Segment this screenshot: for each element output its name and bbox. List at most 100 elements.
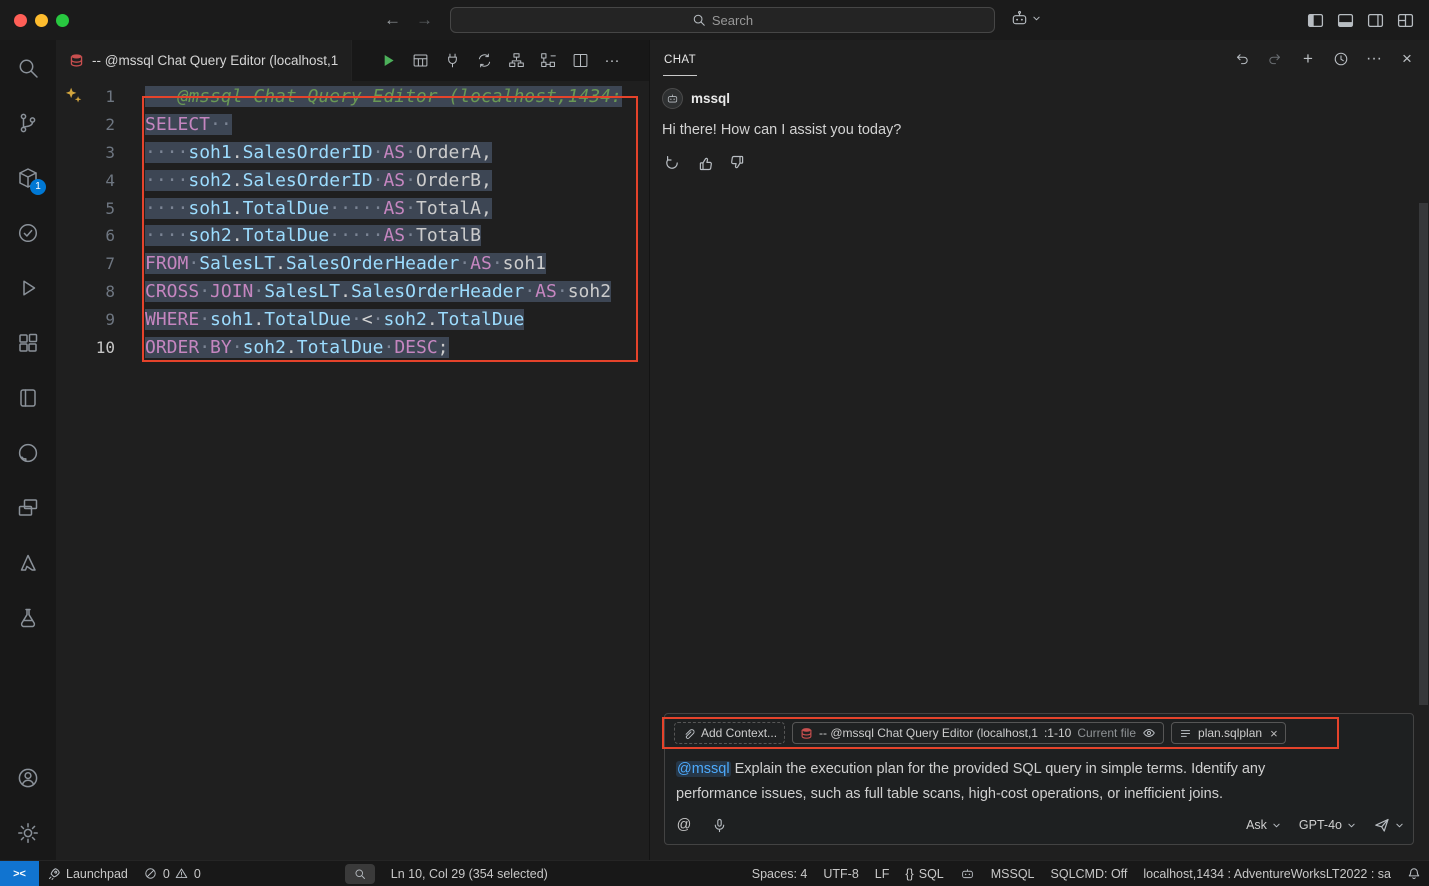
model-dropdown[interactable]: GPT-4o [1299,818,1356,832]
status-cursor-position[interactable]: Ln 10, Col 29 (354 selected) [383,861,556,886]
editor-toolbar: ··· [375,40,649,81]
status-indentation[interactable]: Spaces: 4 [744,861,816,886]
sidebar-item-github[interactable] [0,425,56,480]
toggle-secondary-sidebar-icon[interactable] [1367,12,1384,29]
sidebar-item-settings[interactable] [0,805,56,860]
disconnect-button[interactable] [439,48,465,74]
minimize-window-button[interactable] [35,14,48,27]
remote-explorer-icon [16,496,40,520]
redo-button[interactable] [1266,50,1284,68]
results-grid-button[interactable] [407,48,433,74]
code-line-6[interactable]: 6····soh2.TotalDue·····AS·TotalB [56,222,649,250]
actual-plan-button[interactable] [535,48,561,74]
send-button[interactable] [1374,817,1404,833]
code-line-8[interactable]: 8CROSS·JOIN·SalesLT.SalesOrderHeader·AS·… [56,278,649,306]
new-chat-button[interactable]: + [1299,50,1317,68]
eye-icon[interactable] [1142,726,1156,740]
context-chip-plan-file[interactable]: plan.sqlplan × [1171,722,1286,744]
sidebar-item-accounts[interactable] [0,750,56,805]
chat-input[interactable]: @mssql Explain the execution plan for th… [676,757,1332,806]
extensions-icon [16,331,40,355]
status-language[interactable]: {}SQL [897,861,951,886]
tab-chat[interactable]: CHAT [663,43,697,76]
toggle-primary-sidebar-icon[interactable] [1307,12,1324,29]
refresh-icon [664,155,680,171]
source-control-icon [16,111,40,135]
mention-button[interactable]: @ [674,815,694,835]
code-editor[interactable]: 1-- @mssql Chat Query Editor (localhost,… [56,81,649,361]
play-icon [380,52,397,69]
context-chip-current-file[interactable]: -- @mssql Chat Query Editor (localhost,1… [792,722,1164,744]
sidebar-item-notebooks[interactable] [0,370,56,425]
code-line-3[interactable]: 3····soh1.SalesOrderID·AS·OrderA, [56,139,649,167]
database-icon [69,53,84,68]
thumbs-down-button[interactable] [728,153,748,173]
copilot-menu-button[interactable] [1010,9,1041,28]
mic-button[interactable] [709,815,729,835]
status-mssql[interactable]: MSSQL [983,861,1043,886]
query-plan-icon [508,52,525,69]
code-line-4[interactable]: 4····soh2.SalesOrderID·AS·OrderB, [56,166,649,194]
notifications-button[interactable] [1399,861,1429,886]
tab-query-editor[interactable]: -- @mssql Chat Query Editor (localhost,1 [56,40,352,81]
scrollbar[interactable] [1419,203,1428,705]
more-actions-button[interactable]: ··· [599,48,625,74]
ask-mode-dropdown[interactable]: Ask [1246,818,1281,832]
close-window-button[interactable] [14,14,27,27]
undo-button[interactable] [1233,50,1251,68]
status-launchpad[interactable]: Launchpad [39,861,136,886]
search-box[interactable]: Search [450,7,995,33]
sidebar-item-run-debug[interactable] [0,260,56,315]
flask-icon [16,606,40,630]
code-line-2[interactable]: 2SELECT·· [56,111,649,139]
remove-chip-icon[interactable]: × [1270,726,1278,741]
status-copilot[interactable] [952,861,983,886]
sidebar-item-search[interactable] [0,40,56,95]
sidebar-item-sql-projects[interactable] [0,590,56,645]
redo-icon [1267,51,1283,67]
sparkle-icon[interactable] [64,86,83,105]
code-line-5[interactable]: 5····soh1.TotalDue·····AS·TotalA, [56,194,649,222]
status-eol[interactable]: LF [867,861,898,886]
run-query-button[interactable] [375,48,401,74]
code-line-1[interactable]: 1-- @mssql Chat Query Editor (localhost,… [56,83,649,111]
split-editor-button[interactable] [567,48,593,74]
code-line-10[interactable]: 10ORDER·BY·soh2.TotalDue·DESC; [56,333,649,361]
magnifier-icon [354,868,366,880]
estimated-plan-button[interactable] [503,48,529,74]
error-count: 0 [163,867,170,881]
activity-bar: 1 [0,40,56,860]
code-line-7[interactable]: 7FROM·SalesLT.SalesOrderHeader·AS·soh1 [56,250,649,278]
status-problems[interactable]: 0 0 [136,861,209,886]
regenerate-button[interactable] [662,153,682,173]
status-zoom[interactable] [337,861,383,886]
sidebar-item-source-control[interactable] [0,95,56,150]
close-icon[interactable]: × [1398,50,1416,68]
status-encoding[interactable]: UTF-8 [815,861,866,886]
chevron-down-icon [1032,15,1041,22]
sidebar-item-remote-explorer[interactable] [0,480,56,535]
code-line-9[interactable]: 9WHERE·soh1.TotalDue·<·soh2.TotalDue [56,305,649,333]
sidebar-item-containers[interactable]: 1 [0,150,56,205]
forward-button[interactable]: → [416,10,433,30]
status-connection[interactable]: localhost,1434 : AdventureWorksLT2022 : … [1135,861,1399,886]
status-sqlcmd[interactable]: SQLCMD: Off [1043,861,1136,886]
remote-indicator[interactable]: >< [0,861,39,886]
rocket-icon [47,867,61,881]
more-actions-button[interactable]: ··· [1365,50,1383,68]
add-context-button[interactable]: Add Context... [674,722,785,744]
eol-label: LF [875,867,890,881]
sidebar-item-extensions[interactable] [0,315,56,370]
bell-icon [1407,867,1421,881]
send-icon [1374,817,1390,833]
maximize-window-button[interactable] [56,14,69,27]
sidebar-item-testing[interactable] [0,205,56,260]
toggle-panel-icon[interactable] [1337,12,1354,29]
thumbs-up-button[interactable] [695,153,715,173]
history-button[interactable] [1332,50,1350,68]
model-label: GPT-4o [1299,818,1342,832]
back-button[interactable]: ← [384,10,401,30]
customize-layout-icon[interactable] [1397,12,1414,29]
change-connection-button[interactable] [471,48,497,74]
sidebar-item-azure[interactable] [0,535,56,590]
